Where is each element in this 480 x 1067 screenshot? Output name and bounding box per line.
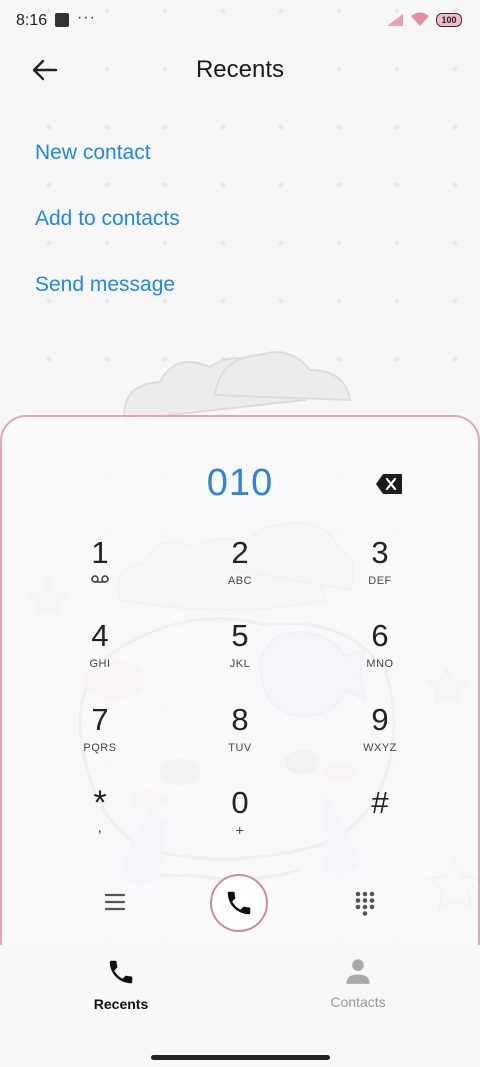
key-digit: 7	[91, 702, 109, 737]
tab-recents[interactable]: Recents	[61, 957, 181, 1012]
key-digit: 6	[371, 618, 389, 653]
send-message-link[interactable]: Send message	[35, 268, 180, 334]
call-button[interactable]	[210, 874, 268, 932]
more-notifications-icon: ···	[77, 9, 96, 26]
dial-key-star[interactable]: * ,	[50, 785, 150, 861]
add-to-contacts-link[interactable]: Add to contacts	[35, 202, 180, 268]
tab-contacts-label: Contacts	[330, 994, 386, 1010]
key-letters: TUV	[228, 742, 252, 754]
key-digit: 1	[91, 535, 109, 570]
dial-key-6[interactable]: 6 MNO	[330, 618, 430, 694]
dial-key-9[interactable]: 9 WXYZ	[330, 702, 430, 778]
dial-key-0[interactable]: 0 +	[190, 785, 290, 861]
key-letters: GHI	[89, 658, 111, 670]
new-contact-link[interactable]: New contact	[35, 136, 180, 202]
dial-key-4[interactable]: 4 GHI	[50, 618, 150, 694]
battery-icon: 100	[436, 12, 462, 27]
key-digit: 0	[231, 785, 249, 820]
key-letters: MNO	[366, 658, 394, 670]
key-letters: +	[235, 822, 245, 838]
status-time: 8:16	[16, 12, 48, 29]
backspace-icon[interactable]	[375, 473, 403, 495]
tab-contacts[interactable]: Contacts	[298, 957, 418, 1010]
wifi-icon	[411, 12, 429, 26]
status-bar: 8:16 ··· 100	[0, 0, 480, 44]
key-letters: WXYZ	[363, 742, 397, 754]
dialed-number[interactable]: 010	[0, 462, 480, 505]
notification-icon	[55, 13, 69, 27]
key-digit: 8	[231, 702, 249, 737]
key-digit: 4	[91, 618, 109, 653]
bottom-navigation: Recents Contacts	[0, 945, 480, 1067]
dial-key-5[interactable]: 5 JKL	[190, 618, 290, 694]
key-digit: 5	[231, 618, 249, 653]
phone-icon	[227, 891, 251, 915]
key-letters: JKL	[229, 658, 251, 670]
menu-icon[interactable]	[104, 891, 126, 913]
dial-key-3[interactable]: 3 DEF	[330, 535, 430, 611]
key-digit: 9	[371, 702, 389, 737]
key-letters: ABC	[227, 575, 253, 587]
key-digit: #	[371, 785, 389, 820]
key-digit: 2	[231, 535, 249, 570]
dial-key-hash[interactable]: #	[330, 785, 430, 861]
key-letters: ,	[97, 819, 103, 836]
key-letters: DEF	[368, 575, 392, 587]
tab-recents-label: Recents	[93, 996, 149, 1012]
phone-icon	[109, 960, 133, 984]
key-letters: PQRS	[83, 742, 117, 754]
actions-menu: New contact Add to contacts Send message	[35, 136, 180, 334]
person-icon	[346, 959, 370, 984]
dial-key-2[interactable]: 2 ABC	[190, 535, 290, 611]
dialpad-icon[interactable]	[355, 891, 375, 917]
dial-key-8[interactable]: 8 TUV	[190, 702, 290, 778]
page-title: Recents	[195, 56, 285, 83]
key-digit: 3	[371, 535, 389, 570]
key-digit: *	[93, 784, 107, 822]
home-indicator[interactable]	[151, 1055, 330, 1060]
header: Recents	[0, 48, 480, 92]
voicemail-icon	[91, 575, 109, 583]
dial-key-1[interactable]: 1	[50, 535, 150, 611]
dial-key-7[interactable]: 7 PQRS	[50, 702, 150, 778]
signal-icon	[387, 13, 403, 26]
